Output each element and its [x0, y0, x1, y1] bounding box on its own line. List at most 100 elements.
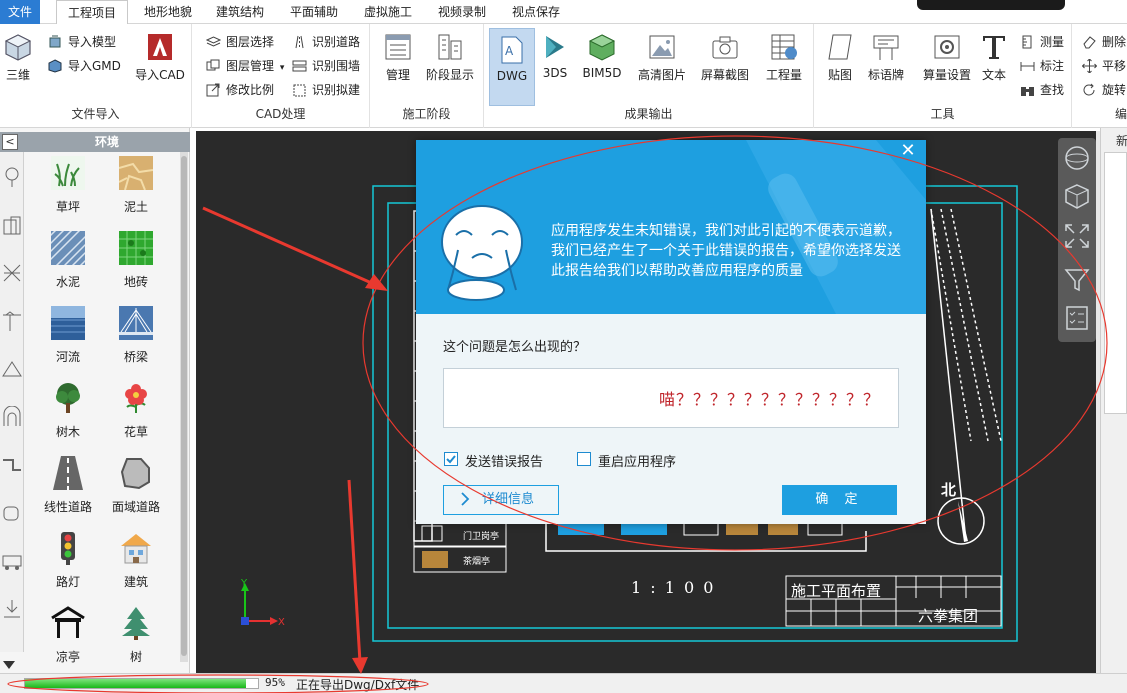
machine-category-icon[interactable] [1, 550, 23, 572]
checkmark-icon [446, 455, 456, 464]
annotate-label: 标注 [1040, 59, 1065, 73]
cement-icon [51, 231, 85, 265]
recognize-road-button[interactable]: 识别道路 [290, 32, 360, 52]
import-model-button[interactable]: 导入模型 [46, 32, 116, 52]
find-button[interactable]: 查找 [1018, 80, 1064, 100]
panel-scrollbar-thumb[interactable] [181, 156, 187, 656]
signboard-button[interactable]: 标语牌 [860, 30, 912, 92]
env-item-tree[interactable]: 树 [106, 606, 166, 678]
tab-terrain[interactable]: 地形地貌 [136, 0, 200, 24]
recognize-fence-button[interactable]: 识别围墙 [290, 56, 360, 76]
pipe-category-icon[interactable] [1, 454, 23, 476]
quantity-button[interactable]: 工程量 [758, 30, 810, 92]
terrain-category-icon[interactable] [1, 358, 23, 380]
collapse-panel-button[interactable]: < [2, 134, 18, 150]
hd-image-button[interactable]: 高清图片 [634, 30, 690, 92]
export-bim5d-button[interactable]: BIM5D [576, 30, 628, 92]
svg-text:A: A [505, 44, 514, 58]
view-toolbar [1058, 138, 1096, 342]
tab-plan-aux[interactable]: 平面辅助 [282, 0, 346, 24]
env-item-label: 河流 [55, 350, 80, 364]
group-tools: 贴图 标语牌 算量设置 文本 测量 标注 查找 工具 [814, 24, 1072, 128]
layer-manage-button[interactable]: 图层管理 ▾ [204, 56, 284, 76]
arch-category-icon[interactable] [1, 406, 23, 428]
building-category-icon[interactable] [1, 214, 23, 236]
env-item-lawn[interactable]: 草坪 [38, 156, 98, 228]
problem-description-text[interactable]: 喵？？？？？？？？？？？？ [659, 386, 880, 410]
layer-select-button[interactable]: 图层选择 [204, 32, 274, 52]
stage-manage-button[interactable]: 管理 [372, 30, 424, 92]
stage-display-button[interactable]: 阶段显示 [424, 30, 476, 92]
hd-image-label: 高清图片 [637, 68, 686, 82]
env-item-flowers[interactable]: 花草 [106, 381, 166, 453]
tab-project[interactable]: 工程项目 [56, 0, 128, 25]
delete-button[interactable]: 删除 [1080, 32, 1126, 52]
env-item-floor-tile[interactable]: 地砖 [106, 231, 166, 303]
env-item-linear-road[interactable]: 线性道路 [38, 456, 98, 528]
filter-icon[interactable] [1063, 266, 1091, 294]
fit-view-icon[interactable] [1063, 222, 1091, 250]
move-arrows-icon [1082, 59, 1097, 73]
env-item-street-light[interactable]: 路灯 [38, 531, 98, 603]
env-item-area-road[interactable]: 面域道路 [106, 456, 166, 528]
screenshot-button[interactable]: 屏幕截图 [696, 30, 754, 92]
texture-button[interactable]: 贴图 [814, 30, 866, 92]
area-road-icon [120, 458, 150, 490]
scroll-down-arrow-icon[interactable] [2, 660, 16, 670]
recognize-proposed-button[interactable]: 识别拟建 [290, 80, 360, 100]
import-gmd-button[interactable]: 导入GMD [46, 56, 121, 76]
tank-category-icon[interactable] [1, 502, 23, 524]
env-item-bridge[interactable]: 桥梁 [106, 306, 166, 378]
group-label-cad-processing: CAD处理 [255, 107, 306, 121]
rotate-button[interactable]: 旋转 [1080, 80, 1126, 100]
send-report-label[interactable]: 发送错误报告 [465, 451, 543, 470]
env-item-label: 建筑 [123, 575, 148, 589]
annotate-button[interactable]: 标注 [1018, 56, 1064, 76]
ok-button[interactable]: 确 定 [782, 485, 897, 515]
image-icon [649, 35, 675, 59]
crane-category-icon[interactable] [1, 310, 23, 332]
cube-view-icon[interactable] [1063, 182, 1091, 212]
send-report-checkbox[interactable] [444, 452, 458, 466]
tab-virtual-construction[interactable]: 虚拟施工 [356, 0, 420, 24]
legend-label-1: 门卫岗亭 [463, 530, 499, 542]
modify-scale-button[interactable]: 修改比例 [204, 80, 274, 100]
env-item-cement[interactable]: 水泥 [38, 231, 98, 303]
env-item-pavilion[interactable]: 凉亭 [38, 606, 98, 678]
group-label-tools: 工具 [930, 107, 955, 121]
restart-app-label[interactable]: 重启应用程序 [598, 451, 676, 470]
env-item-soil[interactable]: 泥土 [106, 156, 166, 228]
tree-category-icon[interactable] [1, 166, 23, 188]
group-file-import: 三维 导入模型 导入GMD 导入CAD 文件导入 [0, 24, 192, 128]
north-label: 北 [941, 481, 956, 499]
tab-building[interactable]: 建筑结构 [208, 0, 272, 24]
3d-button[interactable]: 三维 [0, 30, 44, 92]
restart-app-checkbox[interactable] [577, 452, 591, 466]
orbit-view-icon[interactable] [1063, 144, 1091, 172]
settings-gear-icon [934, 35, 960, 59]
env-item-label: 树 [129, 650, 142, 664]
import-cad-button[interactable]: 导入CAD [134, 30, 186, 92]
recognize-fence-label: 识别围墙 [312, 59, 361, 73]
right-panel-content [1104, 152, 1127, 414]
env-item-building[interactable]: 建筑 [106, 531, 166, 603]
translate-button[interactable]: 平移 [1080, 56, 1126, 76]
import-category-icon[interactable] [1, 598, 23, 620]
checklist-icon[interactable] [1063, 304, 1091, 332]
text-t-icon [983, 36, 1005, 59]
env-item-river[interactable]: 河流 [38, 306, 98, 378]
export-3ds-button[interactable]: 3DS [529, 30, 581, 92]
text-button[interactable]: 文本 [968, 30, 1020, 92]
details-label: 详细信息 [482, 492, 535, 507]
tab-video-record[interactable]: 视频录制 [430, 0, 494, 24]
measure-button[interactable]: 测量 [1018, 32, 1064, 52]
scaffold-category-icon[interactable] [1, 262, 23, 284]
tab-file[interactable]: 文件 [0, 0, 40, 24]
dialog-close-icon[interactable]: ✕ [896, 140, 920, 162]
env-item-trees[interactable]: 树木 [38, 381, 98, 453]
text-label: 文本 [981, 68, 1006, 82]
fence-icon [292, 60, 307, 72]
layer-manage-label: 图层管理 [226, 59, 275, 73]
resize-icon [206, 83, 220, 97]
tab-viewpoint-save[interactable]: 视点保存 [504, 0, 568, 24]
